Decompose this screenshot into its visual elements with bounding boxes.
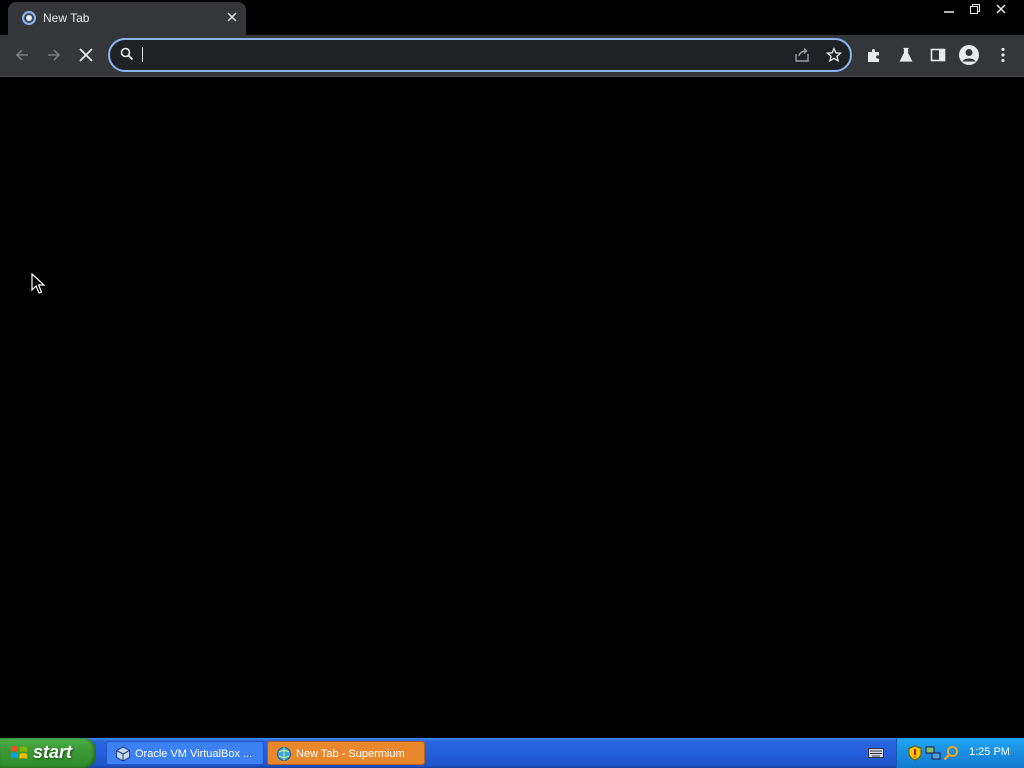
star-icon bbox=[826, 47, 842, 63]
tab-title: New Tab bbox=[43, 11, 90, 25]
windows-logo-icon bbox=[11, 746, 27, 759]
side-panel-icon bbox=[930, 48, 946, 62]
clock: 1:25 PM bbox=[969, 746, 1010, 758]
side-panel-button[interactable] bbox=[926, 43, 950, 67]
profile-button[interactable] bbox=[957, 43, 981, 67]
text-caret bbox=[142, 47, 143, 62]
browser-icon bbox=[277, 747, 291, 761]
labs-button[interactable] bbox=[894, 43, 918, 67]
virtualbox-icon bbox=[116, 746, 130, 762]
window-close-button[interactable] bbox=[990, 0, 1012, 18]
network-icon[interactable] bbox=[925, 745, 941, 761]
search-icon[interactable] bbox=[943, 745, 959, 761]
browser-titlebar: New Tab bbox=[0, 0, 1024, 35]
bookmark-button[interactable] bbox=[824, 45, 844, 65]
taskbar-item-label: New Tab - Supermium bbox=[296, 748, 405, 760]
flask-icon bbox=[899, 47, 913, 62]
back-button[interactable] bbox=[8, 41, 36, 69]
taskbar-item-browser[interactable]: New Tab - Supermium bbox=[267, 741, 425, 765]
taskbar-item-label: Oracle VM VirtualBox ... bbox=[135, 748, 253, 760]
share-icon bbox=[795, 48, 809, 62]
taskbar-item-virtualbox[interactable]: Oracle VM VirtualBox ... bbox=[106, 741, 264, 765]
share-button[interactable] bbox=[792, 45, 812, 65]
puzzle-icon bbox=[868, 49, 879, 62]
close-icon bbox=[996, 4, 1006, 14]
tab-new-tab[interactable]: New Tab bbox=[8, 2, 246, 35]
start-label: start bbox=[33, 742, 73, 762]
extensions-button[interactable] bbox=[862, 43, 886, 67]
start-button[interactable]: start bbox=[0, 738, 96, 768]
window-controls bbox=[938, 0, 1012, 18]
restore-button[interactable] bbox=[964, 0, 986, 18]
browser-toolbar bbox=[0, 35, 1024, 77]
mouse-cursor-icon bbox=[31, 273, 45, 294]
minimize-icon bbox=[944, 11, 954, 13]
stop-button[interactable] bbox=[72, 41, 100, 69]
avatar-icon bbox=[959, 45, 979, 65]
close-icon bbox=[227, 12, 237, 22]
forward-button[interactable] bbox=[40, 41, 68, 69]
search-icon bbox=[120, 47, 136, 63]
kebab-menu-icon bbox=[1001, 47, 1005, 63]
page-content bbox=[0, 77, 1024, 738]
browser-menu-button[interactable] bbox=[991, 43, 1015, 67]
security-shield-icon[interactable] bbox=[907, 745, 923, 761]
address-bar[interactable] bbox=[108, 38, 852, 72]
arrow-right-icon bbox=[48, 49, 61, 61]
taskbar: start Oracle VM VirtualBox ... New Tab -… bbox=[0, 738, 1024, 768]
system-tray: 1:25 PM bbox=[896, 738, 1024, 768]
minimize-button[interactable] bbox=[938, 0, 960, 18]
restore-icon bbox=[970, 4, 980, 14]
tab-close-button[interactable] bbox=[223, 9, 241, 27]
stop-loading-icon bbox=[79, 48, 93, 62]
keyboard-icon[interactable] bbox=[868, 746, 884, 760]
arrow-left-icon bbox=[15, 49, 28, 61]
address-input[interactable] bbox=[140, 44, 764, 68]
browser-logo-icon bbox=[22, 11, 36, 25]
